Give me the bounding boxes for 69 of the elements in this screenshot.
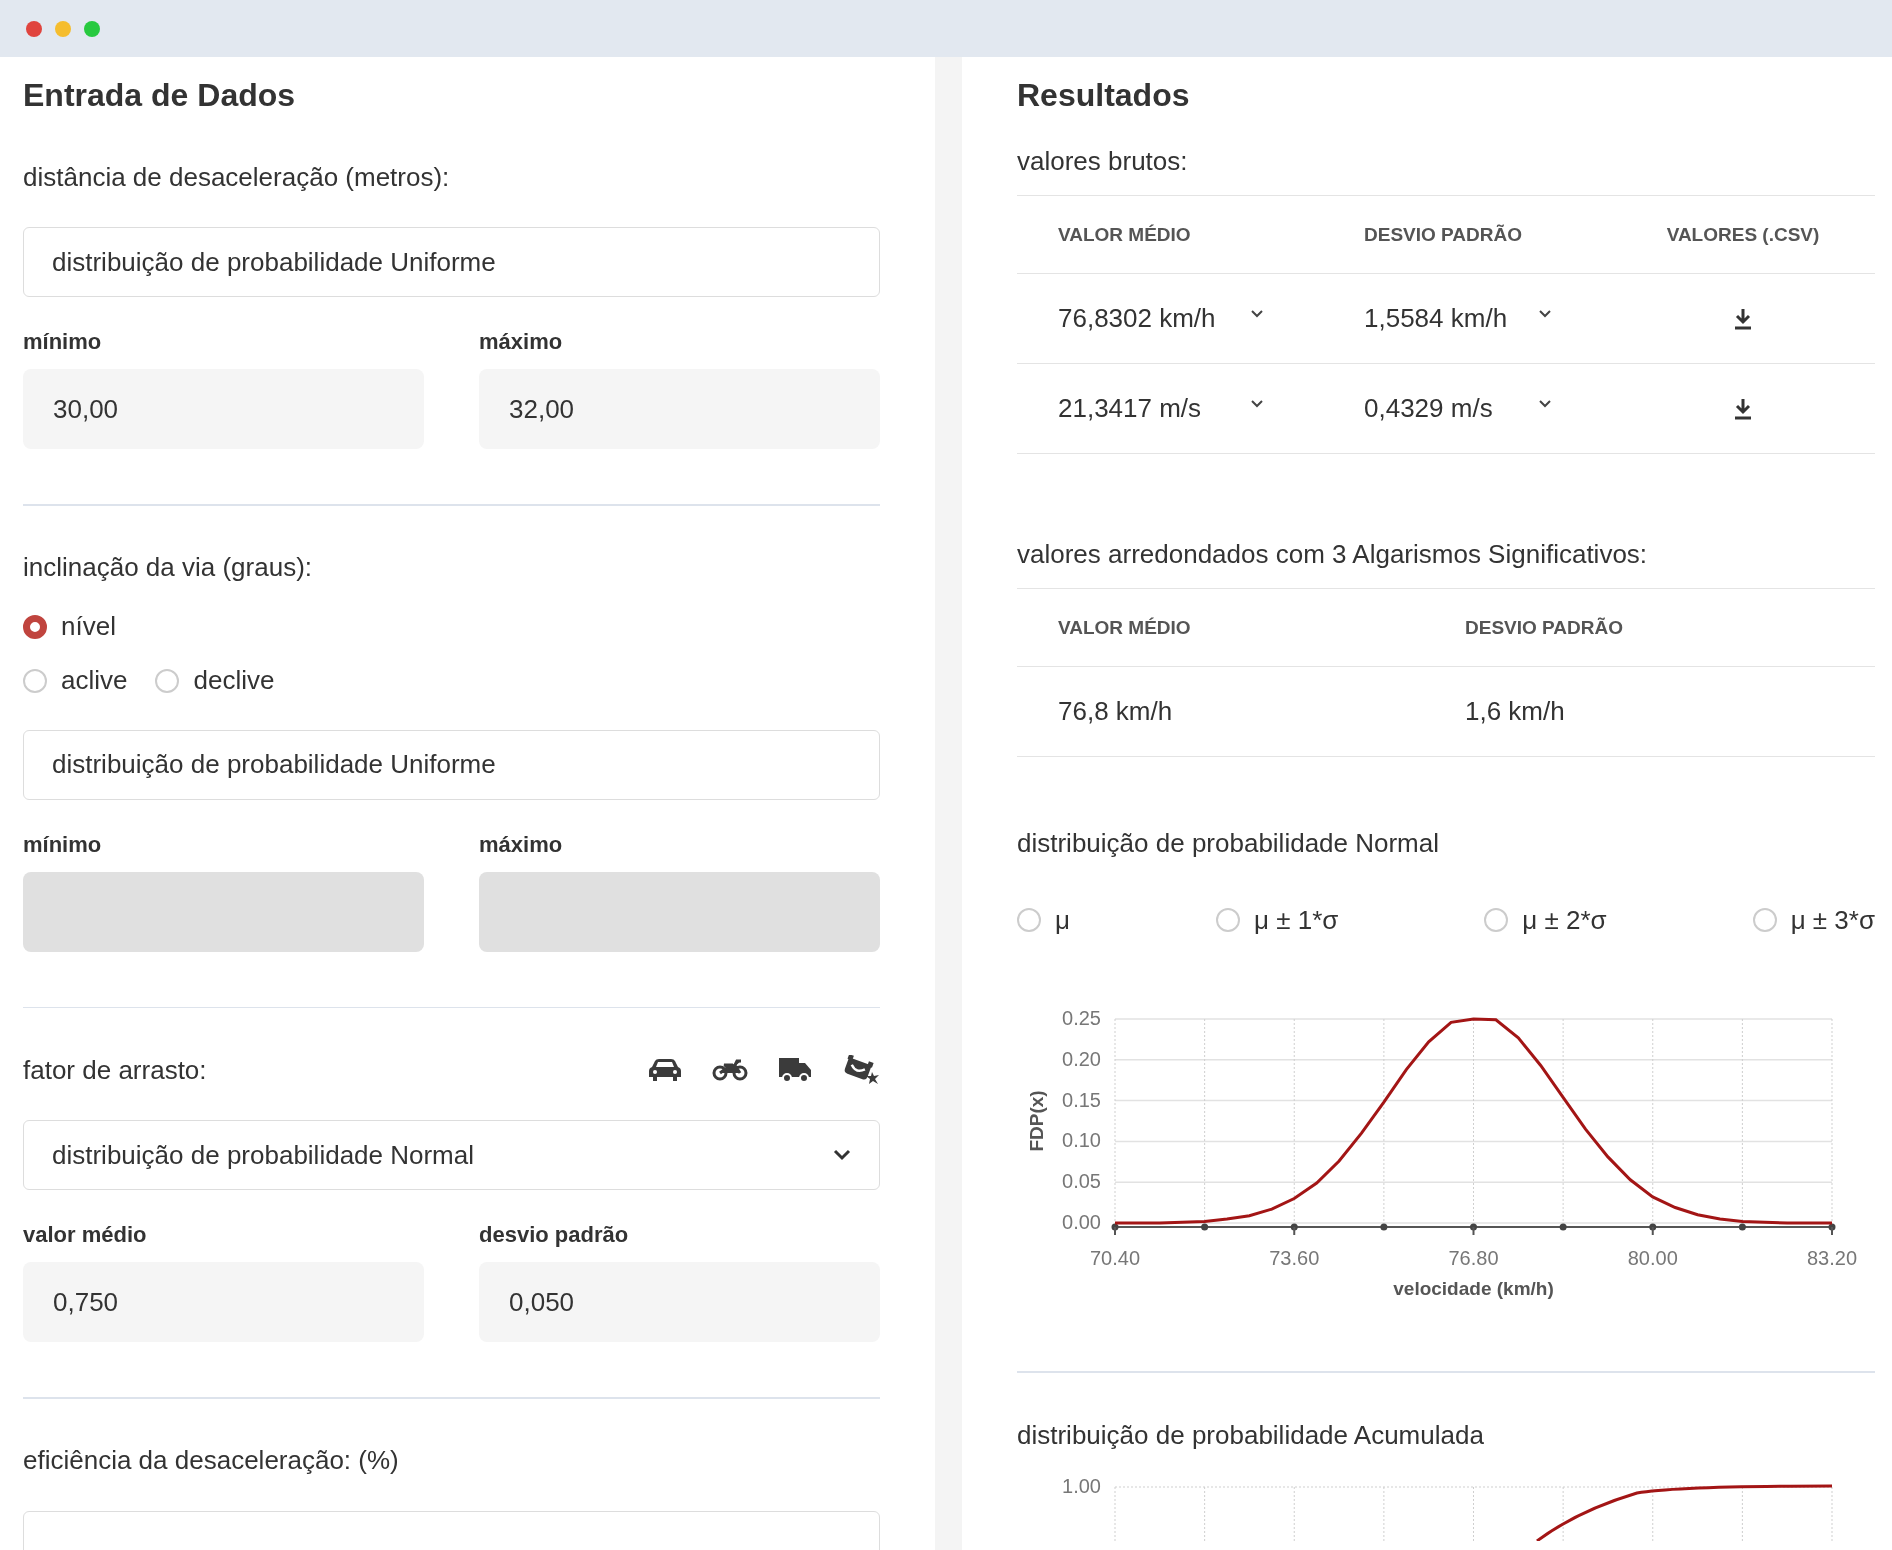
x-axis-label: velocidade (km/h)	[1393, 1278, 1554, 1299]
distribution-field[interactable]: distribuição de probabilidade Uniforme	[23, 729, 880, 800]
table-cell: 76,8 km/h	[1058, 696, 1173, 727]
download-icon[interactable]	[1733, 307, 1753, 330]
section-label: eficiência da desaceleração: (%)	[23, 1445, 399, 1476]
radio-label[interactable]: μ ± 2*σ	[1522, 904, 1607, 936]
chevron-down-icon[interactable]	[1251, 399, 1263, 408]
field-label: desvio padrão	[479, 1222, 630, 1248]
table-cell: 76,8302 km/h	[1058, 303, 1216, 334]
section-label: fator de arrasto:	[23, 1054, 207, 1086]
y-tick-label: 0.25	[1062, 1007, 1101, 1029]
y-tick-label: 1.00	[1062, 1474, 1101, 1497]
column-header: DESVIO PADRÃO	[1464, 616, 1624, 639]
x-tick-label: 80.00	[1627, 1247, 1678, 1269]
table-cell: 1,5584 km/h	[1364, 303, 1508, 334]
x-tick-label: 70.40	[1089, 1247, 1141, 1269]
y-tick-label: 0.00	[1062, 1211, 1101, 1233]
y-tick-label: 0.20	[1062, 1047, 1101, 1070]
panel-title: Entrada de Dados	[23, 76, 297, 115]
table-cell: 1,6 km/h	[1465, 696, 1565, 727]
x-tick-label: 76.80	[1448, 1247, 1499, 1269]
column-header: VALORES (.CSV)	[1665, 223, 1821, 246]
radio-label[interactable]: μ ± 3*σ	[1790, 904, 1875, 936]
y-tick-label: 0.15	[1062, 1088, 1101, 1111]
y-axis-label: FDP(x)	[1026, 1090, 1047, 1152]
truck-icon[interactable]	[778, 1057, 812, 1083]
radio-label[interactable]: μ ± 1*σ	[1254, 904, 1339, 936]
distribution-dropdown[interactable]: distribuição de probabilidade Normal	[23, 1120, 880, 1190]
radio-button[interactable]	[23, 614, 47, 639]
car-icon[interactable]	[648, 1058, 682, 1082]
close-icon[interactable]	[26, 20, 42, 37]
number-input[interactable]: 32,00	[479, 369, 880, 449]
section-label: valores brutos:	[1017, 145, 1189, 178]
field-label: mínimo	[23, 329, 103, 355]
panel-title: Resultados	[1017, 76, 1191, 115]
y-tick-label: 0.10	[1062, 1129, 1101, 1152]
distribution-field[interactable]: distribuição de probabilidade Uniforme	[23, 227, 880, 297]
radio-label[interactable]: μ	[1055, 904, 1070, 936]
chevron-down-icon[interactable]	[1251, 309, 1263, 318]
field-label: mínimo	[23, 831, 103, 858]
y-tick-label: 0.05	[1062, 1170, 1101, 1193]
column-header: DESVIO PADRÃO	[1363, 223, 1523, 246]
section-label: inclinação da via (graus):	[23, 552, 313, 583]
motorcycle-icon[interactable]	[712, 1059, 748, 1081]
download-icon[interactable]	[1733, 397, 1753, 420]
number-input[interactable]: 30,00	[23, 369, 424, 449]
chevron-down-icon[interactable]	[1539, 309, 1551, 318]
number-input[interactable]: 0,750	[23, 1262, 424, 1342]
chart-title: distribuição de probabilidade Acumulada	[1017, 1418, 1485, 1452]
column-header: VALOR MÉDIO	[1057, 223, 1192, 246]
column-header: VALOR MÉDIO	[1057, 616, 1192, 639]
x-tick-label: 83.20	[1806, 1247, 1858, 1269]
radio-label[interactable]: aclive	[61, 665, 128, 696]
section-label: valores arredondados com 3 Algarismos Significativos:	[1017, 538, 1649, 571]
zoom-icon[interactable]	[84, 20, 100, 37]
field-label: máximo	[479, 831, 564, 858]
radio-label[interactable]: nível	[61, 611, 116, 642]
radio-label[interactable]: declive	[193, 665, 275, 696]
table-cell: 0,4329 m/s	[1364, 393, 1493, 424]
chevron-down-icon	[833, 1149, 851, 1161]
table-cell: 21,3417 m/s	[1058, 393, 1202, 424]
field-label: máximo	[479, 329, 564, 355]
chevron-down-icon[interactable]	[1539, 399, 1551, 408]
section-label: distância de desaceleração (metros):	[23, 161, 450, 193]
field-label: valor médio	[23, 1222, 148, 1248]
x-tick-label: 73.60	[1269, 1247, 1320, 1269]
chart-title: distribuição de probabilidade Normal	[1017, 827, 1441, 860]
number-input[interactable]: 0,050	[479, 1262, 880, 1342]
car-crash-icon[interactable]	[842, 1055, 880, 1085]
